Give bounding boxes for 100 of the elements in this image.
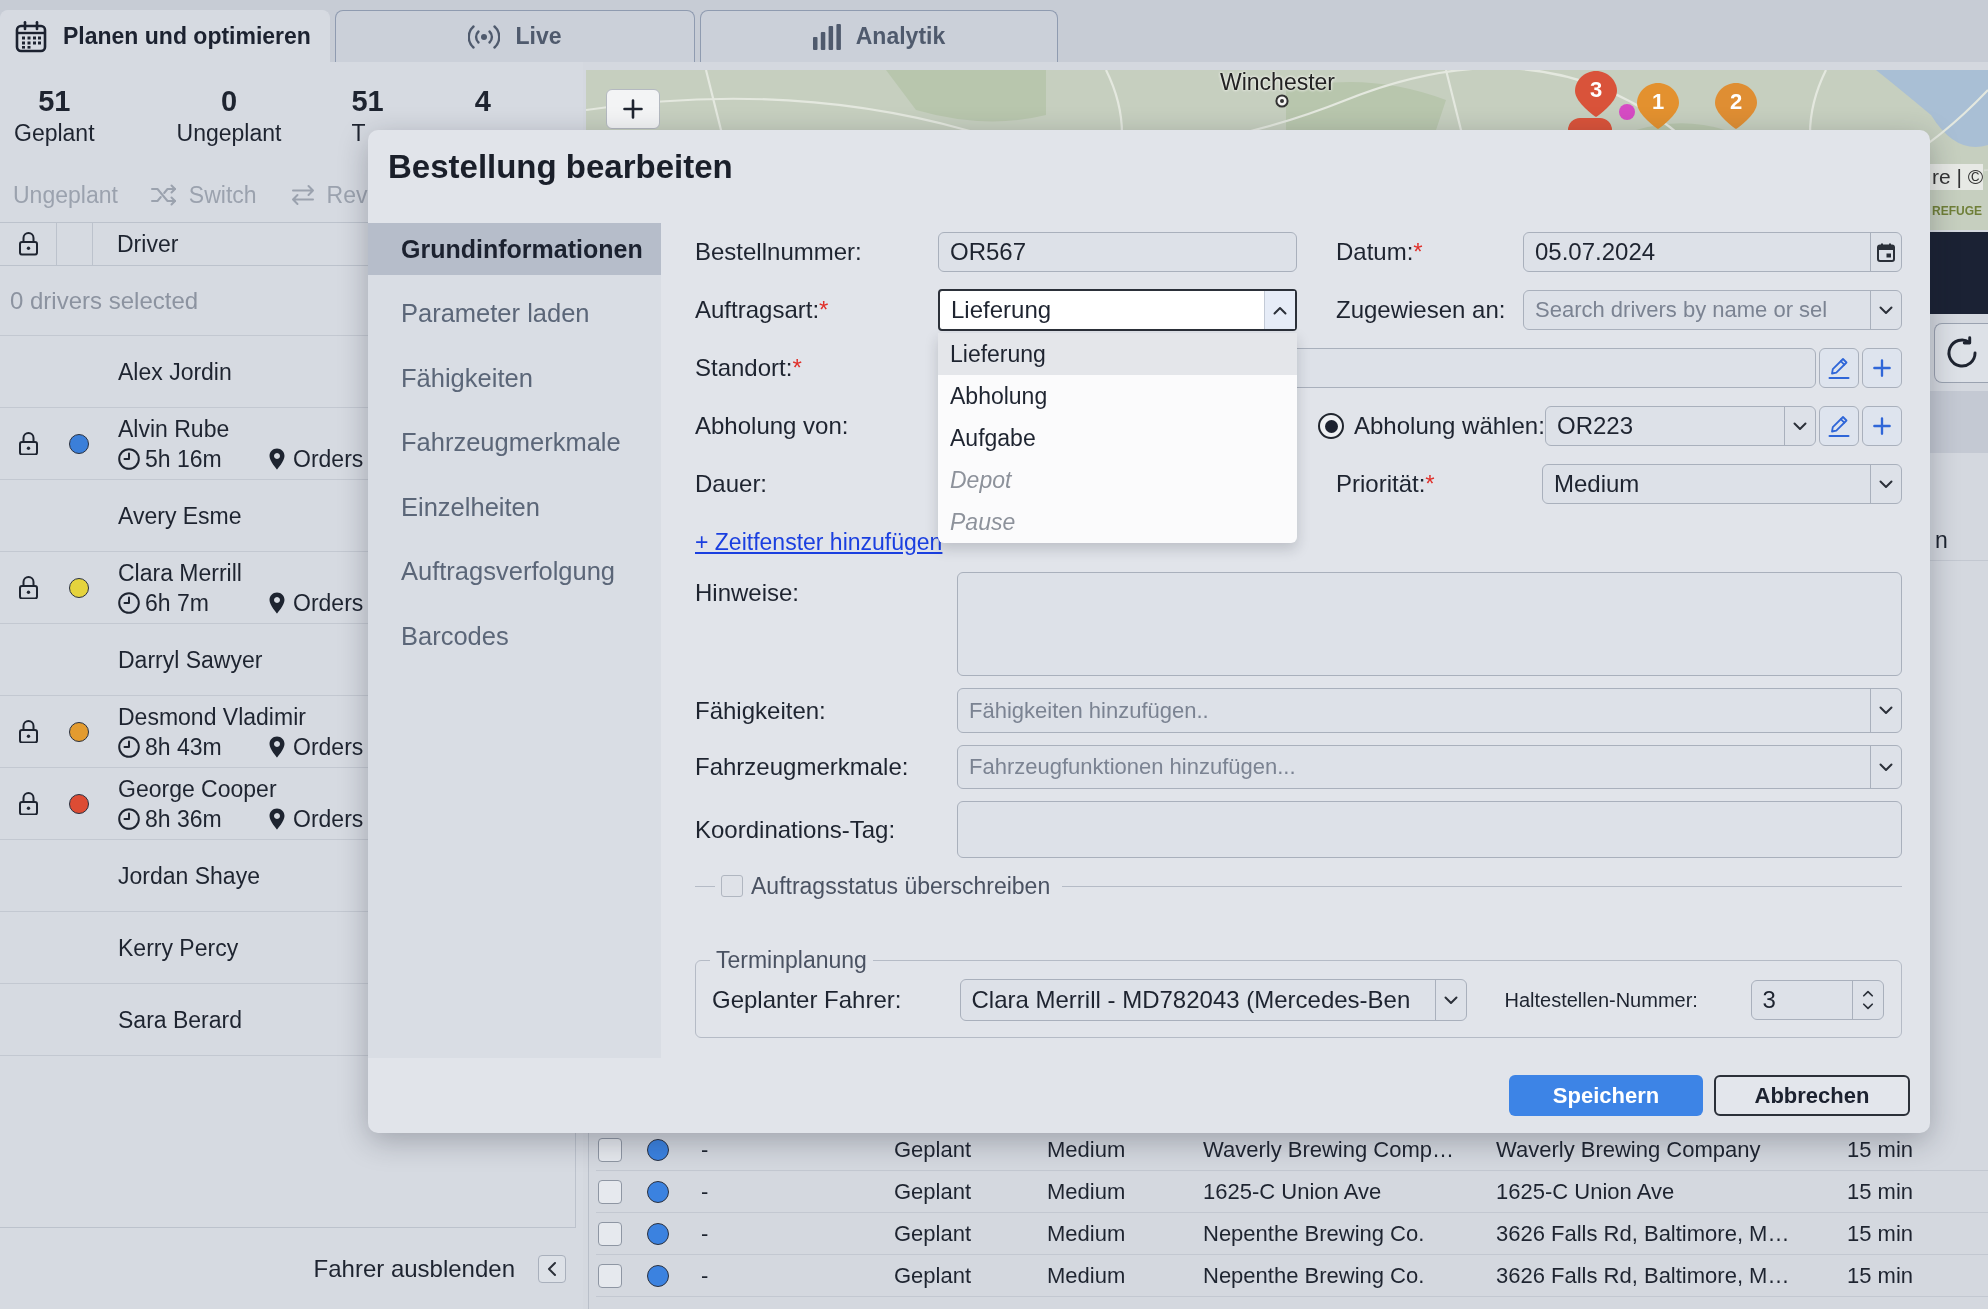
driver-name: Clara Merrill xyxy=(118,558,243,587)
hide-drivers-label: Fahrer ausblenden xyxy=(313,1254,515,1283)
field-label: Priorität:* xyxy=(1336,470,1436,498)
clock-icon xyxy=(118,735,140,758)
edit-button[interactable] xyxy=(1819,406,1859,446)
table-cell-text: - xyxy=(700,1262,709,1289)
bar-chart-icon xyxy=(812,23,841,50)
lock-icon[interactable] xyxy=(19,431,38,456)
field-label: Datum:* xyxy=(1336,238,1424,266)
table-cell-text: 15 min xyxy=(1846,1178,1914,1205)
vehicle-features-select[interactable]: Fahrzeugfunktionen hinzufügen... xyxy=(957,745,1902,789)
checkbox[interactable] xyxy=(598,1221,622,1246)
order-number-field[interactable]: OR567 xyxy=(938,232,1297,272)
chevron-down-icon xyxy=(1879,706,1893,715)
selection-count: 0 drivers selected xyxy=(10,286,199,315)
table-cell-text: 3626 Falls Rd, Baltimore, M… xyxy=(1495,1262,1790,1289)
sidebar-item[interactable]: Fahrzeugmerkmale xyxy=(368,416,661,469)
spinner-icon xyxy=(1861,989,1874,1011)
add-button[interactable] xyxy=(1862,406,1902,446)
stop-number-field[interactable]: 3 xyxy=(1750,980,1884,1020)
map-place-label: Winchester xyxy=(1220,70,1336,94)
zoom-in-button[interactable] xyxy=(606,89,660,129)
driver-name: Kerry Percy xyxy=(118,933,239,962)
duration-text: 5h 16m xyxy=(145,445,222,472)
refresh-button[interactable] xyxy=(1934,323,1988,383)
lock-icon xyxy=(18,232,38,256)
field-label: Auftragsart:* xyxy=(695,296,830,324)
table-cell-text: 15 min xyxy=(1846,1262,1914,1289)
date-field[interactable]: 05.07.2024 xyxy=(1523,232,1902,272)
field-label: Standort:* xyxy=(695,354,803,382)
table-cell-text: - xyxy=(700,1220,709,1247)
save-button[interactable]: Speichern xyxy=(1509,1075,1703,1116)
field-label: Fahrzeugmerkmale: xyxy=(695,753,910,781)
location-pin-icon xyxy=(269,807,285,830)
time-window-link[interactable]: + Zeitfenster hinzufügen xyxy=(695,529,943,556)
field-label: Haltestellen-Nummer: xyxy=(1504,988,1699,1012)
skills-select[interactable]: Fähigkeiten hinzufügen.. xyxy=(957,688,1902,733)
plus-icon xyxy=(1873,359,1891,377)
location-pin-icon xyxy=(269,591,285,614)
tab[interactable]: Planen und optimieren xyxy=(0,10,330,62)
table-cell-text: Medium xyxy=(1046,1136,1126,1163)
stat-label: T xyxy=(351,120,367,146)
add-button[interactable] xyxy=(1862,348,1902,388)
driver-name: Desmond Vladimir xyxy=(118,702,307,731)
pickup-select[interactable]: OR223 xyxy=(1545,406,1816,446)
driver-select[interactable]: Clara Merrill - MD782043 (Mercedes-Ben xyxy=(959,979,1467,1021)
stat-value: 51 xyxy=(38,84,71,118)
tab[interactable]: Live xyxy=(335,10,695,62)
plus-icon xyxy=(623,99,643,119)
table-cell-text: Nepenthe Brewing Co. xyxy=(1202,1220,1425,1247)
notes-field[interactable] xyxy=(957,572,1902,676)
order-type-select[interactable]: Lieferung xyxy=(938,289,1297,331)
duration-text: 8h 36m xyxy=(145,805,222,832)
lock-icon[interactable] xyxy=(19,719,38,744)
table-cell-text: 15 min xyxy=(1846,1136,1914,1163)
table-cell-text: Geplant xyxy=(893,1220,972,1247)
chevron-down-icon xyxy=(1443,995,1458,1005)
dropdown-option[interactable]: Lieferung xyxy=(938,333,1297,375)
field-label: Dauer: xyxy=(695,470,769,498)
checkbox[interactable] xyxy=(598,1137,622,1162)
clock-icon xyxy=(118,591,140,614)
priority-select[interactable]: Medium xyxy=(1542,464,1902,504)
sidebar-item[interactable]: Fähigkeiten xyxy=(368,352,661,404)
table-cell-text: Nepenthe Brewing Co. xyxy=(1202,1262,1425,1289)
field-label: Koordinations-Tag: xyxy=(695,815,897,844)
checkbox[interactable] xyxy=(598,1263,622,1288)
edit-button[interactable] xyxy=(1819,348,1859,388)
sidebar-item[interactable]: Auftragsverfolgung xyxy=(368,545,661,598)
field-label: Hinweise: xyxy=(695,578,801,607)
driver-name: Avery Esme xyxy=(118,501,242,530)
cancel-button[interactable]: Abbrechen xyxy=(1714,1075,1910,1116)
checkbox[interactable] xyxy=(721,875,743,897)
table-cell-text: - xyxy=(700,1178,709,1205)
sidebar-item[interactable]: Parameter laden xyxy=(368,287,661,340)
driver-name: Sara Berard xyxy=(118,1005,242,1034)
tab[interactable]: Analytik xyxy=(700,10,1058,62)
table-cell-text: Medium xyxy=(1046,1220,1126,1247)
sidebar-item[interactable]: Barcodes xyxy=(368,610,661,662)
driver-name: Jordan Shaye xyxy=(118,861,260,890)
table-cell-text: - xyxy=(700,1136,709,1163)
dropdown-option[interactable]: Aufgabe xyxy=(938,417,1297,459)
coordination-tag-field[interactable] xyxy=(957,801,1902,858)
dropdown-option[interactable]: Abholung xyxy=(938,375,1297,417)
orders-label: Orders xyxy=(293,804,364,833)
sidebar-item[interactable]: Grundinformationen xyxy=(368,223,661,275)
driver-search-field[interactable]: Search drivers by name or sel xyxy=(1523,290,1902,330)
chevron-down-icon xyxy=(1879,479,1893,489)
broadcast-icon xyxy=(468,24,501,49)
radio-button[interactable] xyxy=(1318,413,1344,439)
table-cell-text: Geplant xyxy=(893,1136,972,1163)
field-label: Fähigkeiten: xyxy=(695,696,827,725)
lock-icon[interactable] xyxy=(19,791,38,816)
checkbox[interactable] xyxy=(598,1179,622,1204)
pencil-icon xyxy=(1828,414,1850,438)
collapse-button[interactable] xyxy=(538,1254,566,1283)
lock-icon[interactable] xyxy=(19,575,38,600)
chevron-down-icon xyxy=(1793,421,1807,431)
driver-name: Alvin Rube xyxy=(118,414,231,443)
sidebar-item[interactable]: Einzelheiten xyxy=(368,481,661,533)
group-legend: Terminplanung xyxy=(710,946,873,974)
